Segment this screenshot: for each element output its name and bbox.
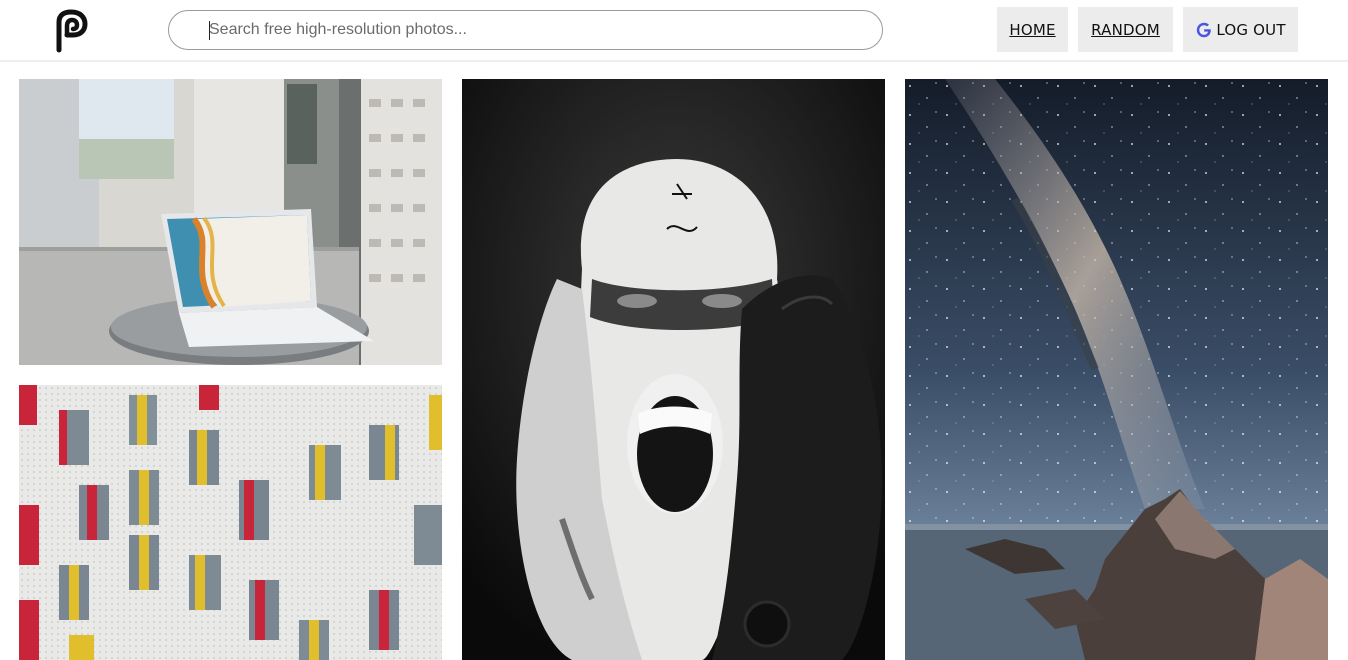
- p-letter-logo-icon[interactable]: [53, 8, 91, 54]
- random-label: RANDOM: [1091, 20, 1160, 39]
- photo-facade[interactable]: [19, 385, 442, 660]
- laptop-photo-image: [19, 79, 442, 365]
- photo-milky-way[interactable]: [905, 79, 1328, 660]
- milky-way-photo-image: [905, 79, 1328, 660]
- top-header: HOME RANDOM LOG OUT: [0, 0, 1348, 62]
- home-label: HOME: [1009, 20, 1056, 39]
- photo-portrait[interactable]: [462, 79, 885, 660]
- photo-laptop[interactable]: [19, 79, 442, 365]
- logout-button[interactable]: LOG OUT: [1183, 7, 1298, 52]
- logout-label: LOG OUT: [1216, 20, 1286, 39]
- google-g-icon: [1197, 22, 1212, 37]
- random-button[interactable]: RANDOM: [1078, 7, 1173, 52]
- search-input[interactable]: [209, 11, 869, 49]
- home-button[interactable]: HOME: [997, 7, 1068, 52]
- facade-photo-image: [19, 385, 442, 660]
- portrait-photo-image: [462, 79, 885, 660]
- text-cursor: [209, 21, 210, 40]
- search-bar[interactable]: [168, 10, 883, 50]
